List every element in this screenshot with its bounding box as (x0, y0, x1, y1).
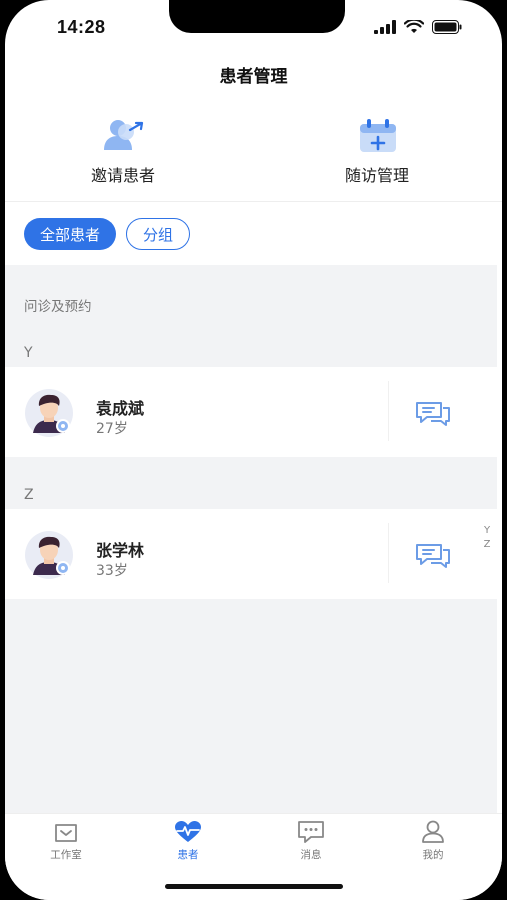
index-letter-z[interactable]: Z (484, 538, 491, 552)
phone-frame: 14:28 患者管理 邀请患者 随访管理 全部患者 分组 问诊及预约 Y 袁成斌… (0, 0, 507, 900)
patient-name: 张学林 (96, 541, 145, 560)
filter-groups[interactable]: 分组 (126, 218, 191, 250)
wifi-icon (404, 20, 424, 33)
tab-me-label: 我的 (422, 849, 444, 861)
message-icon (298, 821, 324, 843)
battery-icon (432, 20, 462, 34)
followup-management-button[interactable]: 随访管理 (297, 116, 457, 186)
app-screen: 14:28 患者管理 邀请患者 随访管理 全部患者 分组 问诊及预约 Y 袁成斌… (5, 0, 502, 900)
consult-appointment-section[interactable]: 问诊及预约 (24, 295, 92, 315)
page-title: 患者管理 (219, 67, 288, 87)
patient-age: 27岁 (96, 421, 128, 437)
chat-icon[interactable] (415, 541, 451, 569)
index-letter-y[interactable]: Y (484, 524, 490, 538)
filter-all-patients[interactable]: 全部患者 (24, 218, 117, 250)
profile-icon (422, 820, 444, 843)
avatar (25, 389, 73, 437)
status-icons (374, 20, 462, 34)
patient-name: 袁成斌 (96, 399, 145, 418)
tab-messages[interactable]: 消息 (271, 820, 351, 862)
patient-age: 33岁 (96, 563, 128, 579)
invite-patient-button[interactable]: 邀请患者 (43, 116, 203, 186)
invite-patient-label: 邀请患者 (90, 166, 155, 185)
quick-actions: 邀请患者 随访管理 (5, 116, 502, 202)
signal-icon (374, 20, 396, 34)
avatar (25, 531, 73, 579)
status-time: 14:28 (57, 17, 106, 37)
tab-studio-label: 工作室 (50, 849, 82, 861)
patient-list: 问诊及预约 Y 袁成斌 27岁 Z 张学林 33岁 (5, 265, 497, 813)
studio-icon (55, 824, 77, 842)
section-letter-y: Y (24, 345, 33, 361)
followup-label: 随访管理 (344, 166, 409, 185)
heartbeat-icon (175, 821, 201, 842)
list-item[interactable]: 张学林 33岁 (5, 509, 497, 599)
chat-icon[interactable] (415, 399, 451, 427)
row-separator (388, 381, 389, 441)
alphabet-index[interactable]: Y Z (481, 524, 493, 552)
tab-me[interactable]: 我的 (393, 820, 473, 862)
tab-studio[interactable]: 工作室 (26, 820, 106, 862)
filter-chips: 全部患者 分组 (24, 218, 191, 250)
tab-messages-label: 消息 (300, 849, 322, 861)
followup-icon (360, 119, 396, 152)
home-indicator (165, 884, 343, 889)
list-item[interactable]: 袁成斌 27岁 (5, 367, 497, 457)
tab-patients[interactable]: 患者 (148, 820, 228, 862)
tab-patients-label: 患者 (177, 849, 199, 861)
divider (5, 201, 502, 202)
section-letter-z: Z (24, 487, 34, 503)
invite-patient-icon (104, 120, 144, 150)
notch (169, 0, 345, 33)
row-separator (388, 523, 389, 583)
